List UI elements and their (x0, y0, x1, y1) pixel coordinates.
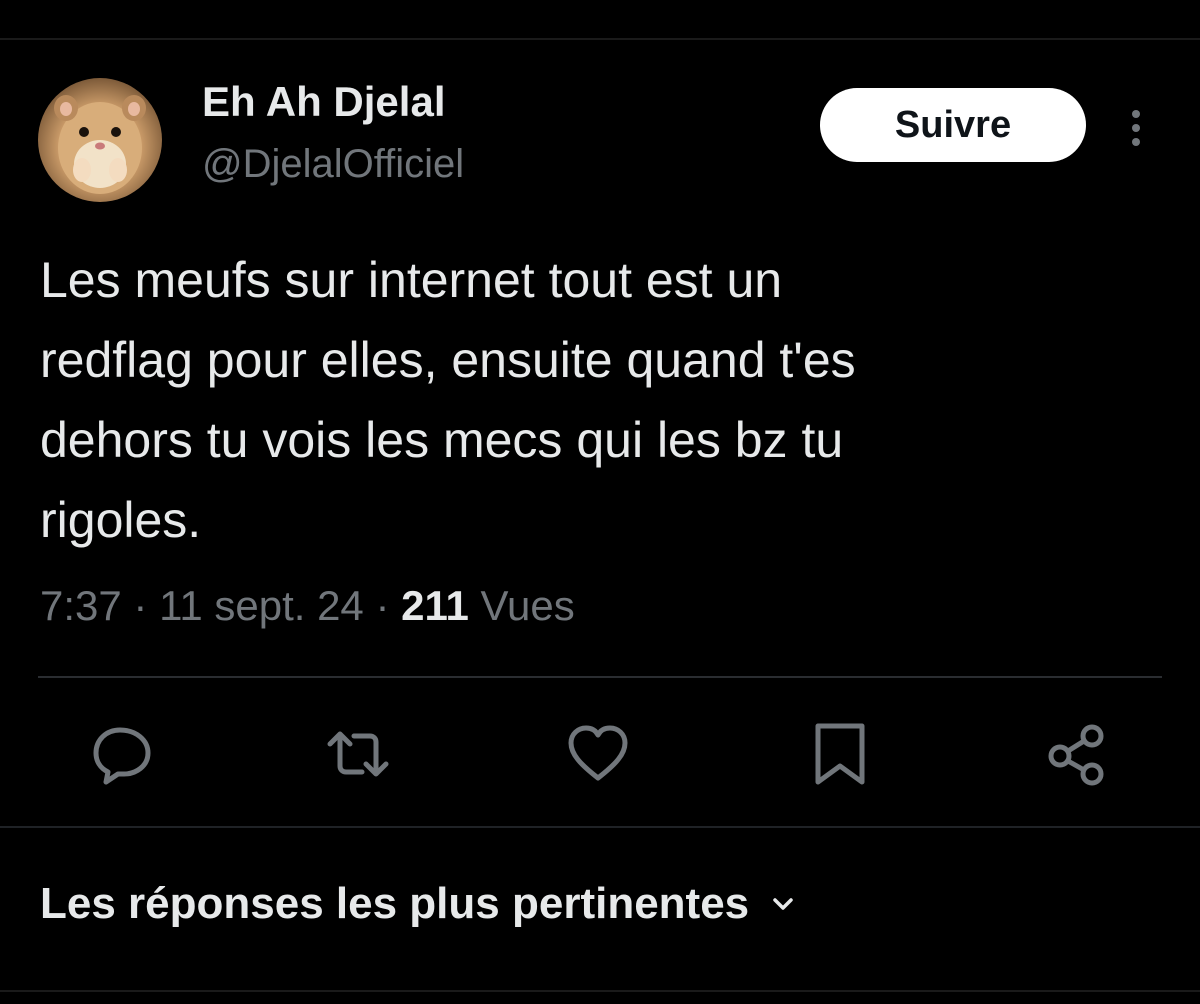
tweet-text-line: rigoles. (40, 492, 202, 548)
retweet-button[interactable] (326, 722, 390, 786)
bottom-divider (0, 990, 1200, 992)
hamster-avatar-icon (54, 95, 146, 194)
replies-sort-dropdown[interactable]: Les réponses les plus pertinentes (40, 874, 797, 934)
author-display-name[interactable]: Eh Ah Djelal (202, 78, 446, 126)
follow-button[interactable]: Suivre (820, 88, 1086, 162)
actions-divider (38, 676, 1162, 678)
share-button[interactable] (1046, 722, 1110, 786)
retweet-icon (327, 731, 389, 777)
replies-sort-label: Les réponses les plus pertinentes (40, 879, 750, 928)
tweet-text: Les meufs sur internet tout est un redfl… (40, 240, 1160, 560)
views-label: Vues (468, 582, 575, 629)
tweet-text-line: redflag pour elles, ensuite quand t'es (40, 332, 856, 388)
meta-separator: · (121, 582, 160, 629)
chevron-down-icon (773, 898, 793, 910)
author-handle[interactable]: @DjelalOfficiel (202, 140, 464, 188)
heart-icon (568, 725, 628, 781)
top-divider (0, 38, 1200, 40)
bookmark-icon (815, 723, 865, 785)
meta-separator: · (363, 582, 402, 629)
tweet-text-line: dehors tu vois les mecs qui les bz tu (40, 412, 844, 468)
tweet-time[interactable]: 7:37 (40, 582, 122, 629)
share-icon (1048, 724, 1104, 786)
tweet-meta: 7:37 · 11 sept. 24 · 211 Vues (40, 578, 575, 634)
reply-button[interactable] (90, 722, 154, 786)
views-count[interactable]: 211 (401, 582, 469, 629)
tweet-text-line: Les meufs sur internet tout est un (40, 252, 783, 308)
avatar[interactable] (38, 78, 162, 202)
like-button[interactable] (566, 722, 630, 786)
more-vertical-icon (1132, 110, 1140, 146)
tweet-date[interactable]: 11 sept. 24 (159, 582, 364, 629)
reply-icon (93, 727, 151, 785)
bookmark-button[interactable] (808, 722, 872, 786)
replies-divider (0, 826, 1200, 828)
more-options-button[interactable] (1118, 104, 1154, 152)
